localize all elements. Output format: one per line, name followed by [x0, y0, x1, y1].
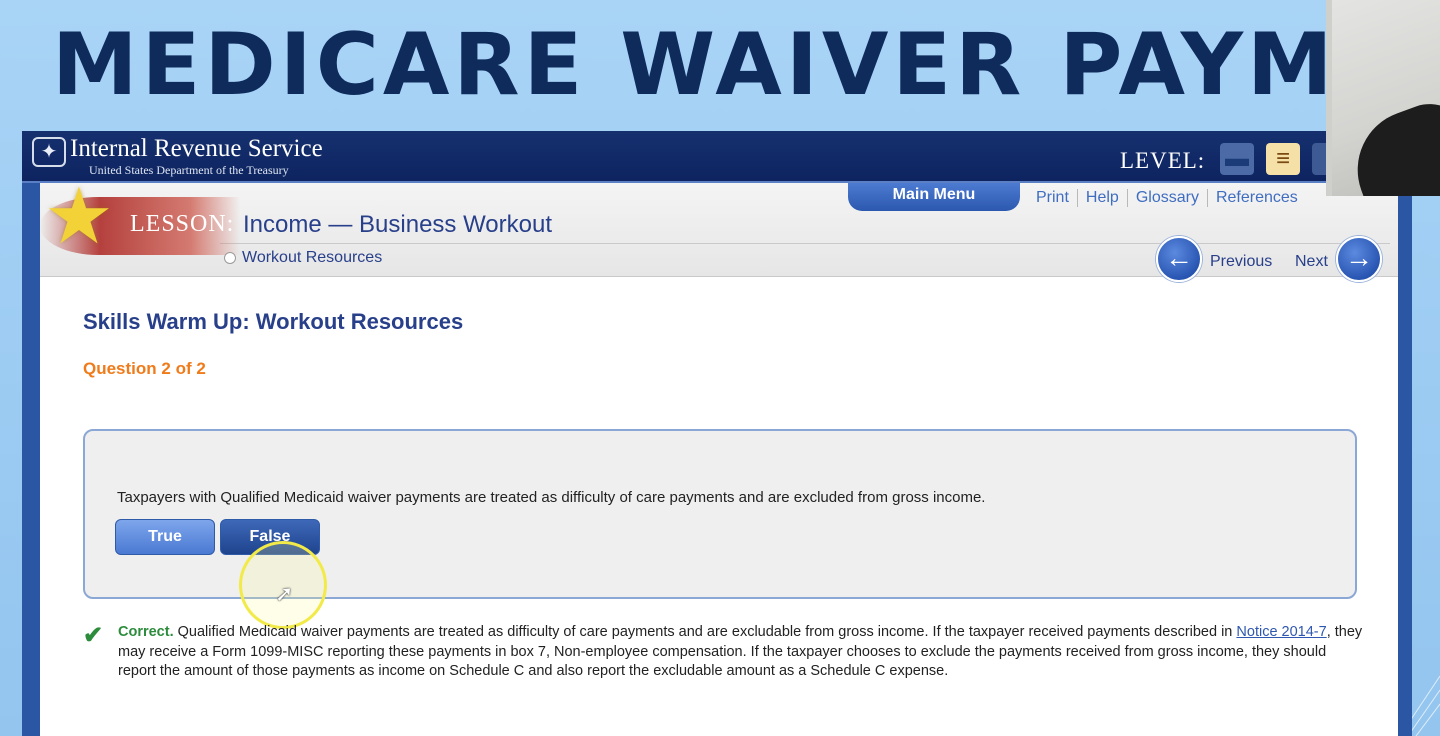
main-menu-button[interactable]: Main Menu	[848, 183, 1020, 211]
top-links: Print Help Glossary References	[1028, 189, 1306, 207]
lesson-bar: ★ LESSON: Income — Business Workout Work…	[40, 177, 1398, 282]
checkmark-icon: ✔	[83, 622, 104, 649]
slide-title: MEDICARE WAIVER PAYMEN	[52, 15, 1440, 115]
next-label[interactable]: Next	[1295, 253, 1328, 271]
irs-subtitle: United States Department of the Treasury	[89, 163, 289, 177]
question-counter: Question 2 of 2	[83, 359, 206, 378]
glossary-link[interactable]: Glossary	[1128, 189, 1208, 207]
previous-button[interactable]: ←	[1156, 236, 1202, 282]
arrow-right-icon: →	[1345, 242, 1373, 273]
page-heading: Skills Warm Up: Workout Resources	[83, 309, 464, 334]
next-button[interactable]: →	[1336, 236, 1382, 282]
feedback-text-1: Qualified Medicaid waiver payments are t…	[173, 624, 1237, 640]
eagle-seal-icon: ✦	[32, 137, 66, 167]
irs-name: Internal Revenue Service	[70, 135, 323, 162]
content-panel: ★ LESSON: Income — Business Workout Work…	[40, 177, 1398, 736]
irs-course-window: ✦ Internal Revenue Service United States…	[22, 131, 1412, 736]
webcam-overlay	[1326, 0, 1440, 196]
references-link[interactable]: References	[1208, 189, 1306, 207]
workout-resources-label: Workout Resources	[242, 249, 383, 266]
feedback-status: Correct.	[118, 624, 174, 640]
print-link[interactable]: Print	[1028, 189, 1078, 207]
books-icon[interactable]: ≡	[1266, 143, 1300, 175]
feedback-text: Correct. Qualified Medicaid waiver payme…	[118, 623, 1368, 682]
question-text: Taxpayers with Qualified Medicaid waiver…	[117, 489, 986, 506]
notice-link[interactable]: Notice 2014-7	[1236, 624, 1326, 640]
bullet-circle-icon	[224, 252, 236, 264]
window-right-border	[1398, 183, 1412, 736]
workout-resources-link[interactable]: Workout Resources	[224, 249, 382, 267]
mouse-pointer-icon: ➚	[275, 581, 294, 606]
irs-header: ✦ Internal Revenue Service United States…	[22, 131, 1412, 183]
lesson-divider	[220, 243, 1390, 244]
true-button[interactable]: True	[115, 519, 215, 555]
level-label: LEVEL:	[1120, 148, 1206, 173]
presenter-silhouette	[1340, 92, 1440, 196]
help-link[interactable]: Help	[1078, 189, 1128, 207]
lesson-prefix: LESSON:	[130, 211, 235, 237]
lesson-title: Income — Business Workout	[243, 211, 553, 238]
cap-icon[interactable]: ▬	[1220, 143, 1254, 175]
question-box: Taxpayers with Qualified Medicaid waiver…	[83, 429, 1357, 629]
arrow-left-icon: ←	[1165, 242, 1193, 273]
previous-label[interactable]: Previous	[1210, 253, 1272, 271]
star-icon: ★	[44, 172, 114, 260]
